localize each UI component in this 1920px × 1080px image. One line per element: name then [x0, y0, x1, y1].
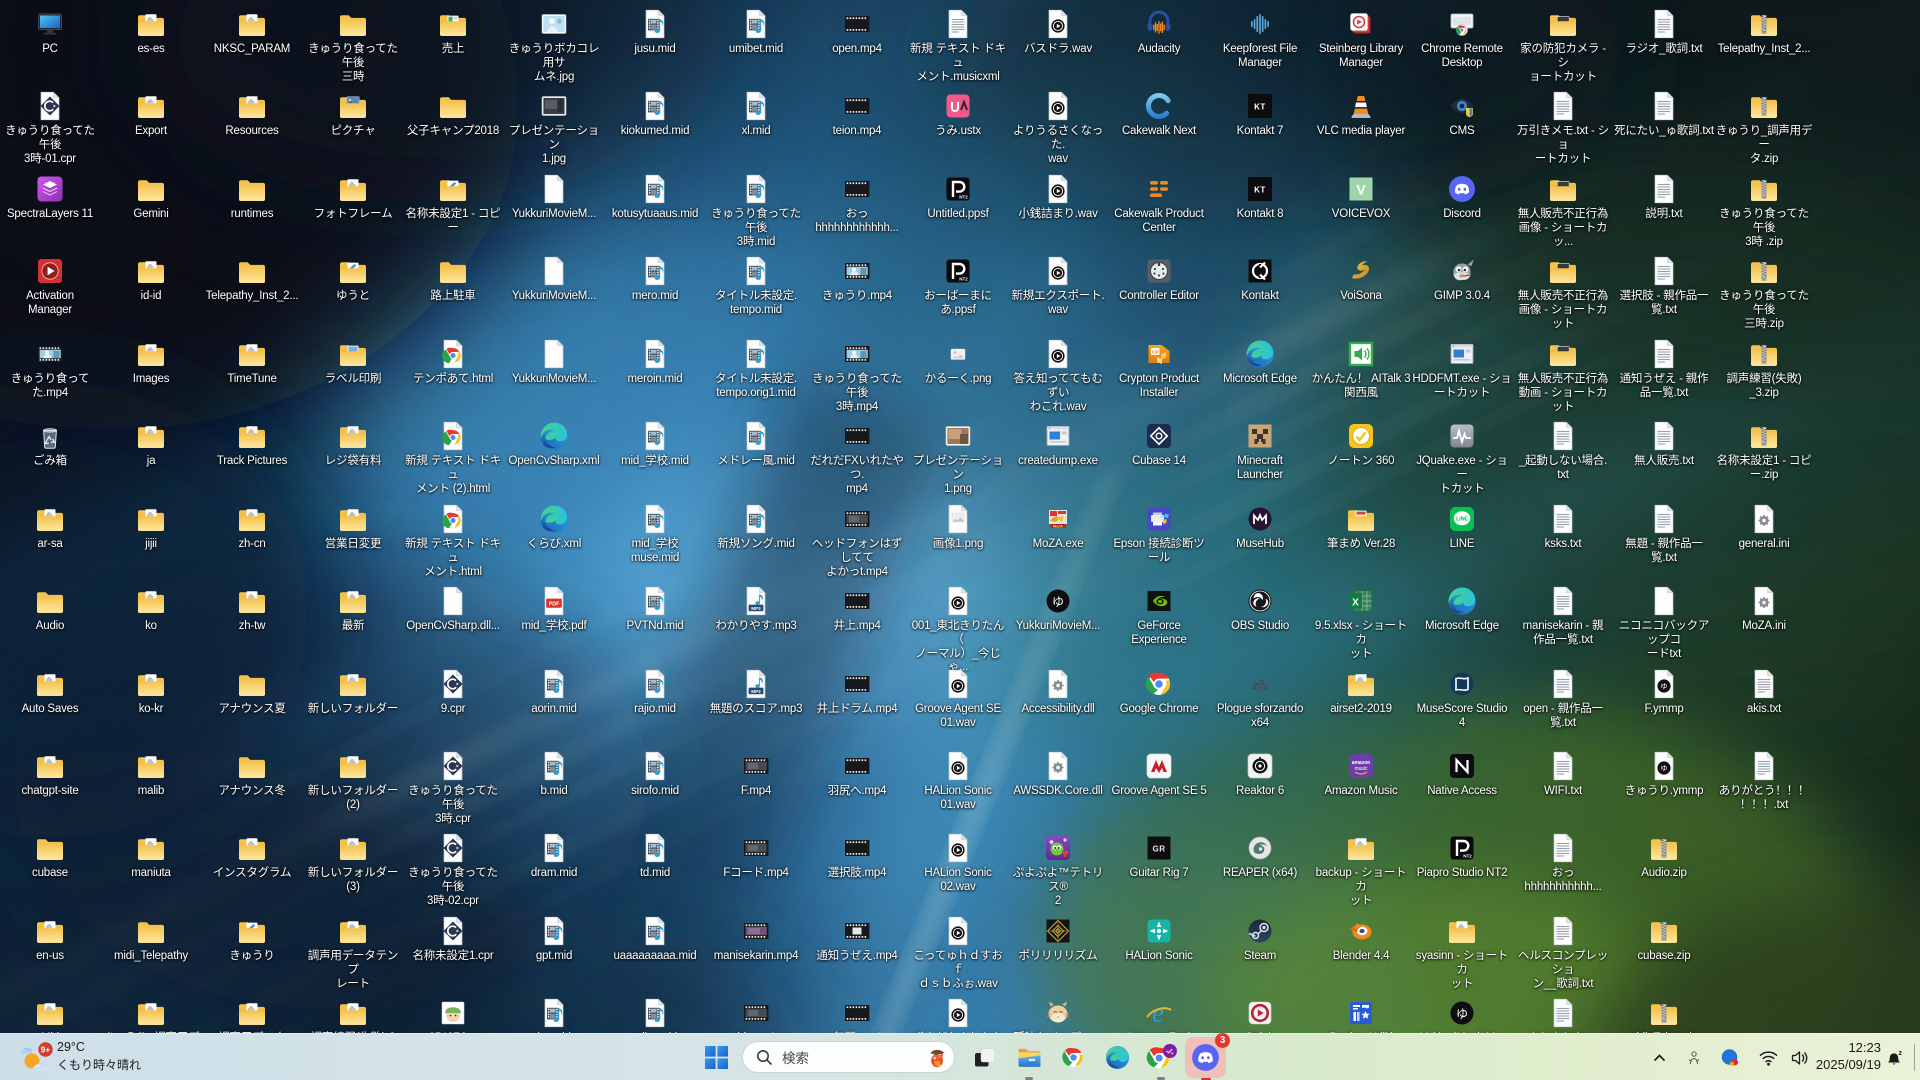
svg-text:NT2: NT2	[1463, 854, 1472, 859]
svg-text:MP3: MP3	[751, 689, 761, 694]
svg-text:KT: KT	[1254, 185, 1266, 194]
svg-text:V: V	[1356, 182, 1366, 198]
svg-text:MP3: MP3	[751, 606, 761, 611]
svg-text:KT: KT	[1254, 102, 1266, 111]
svg-text:LINE: LINE	[1456, 516, 1468, 522]
svg-text:ゆ: ゆ	[1052, 595, 1064, 609]
svg-text:z: z	[1899, 1050, 1903, 1057]
svg-text:CP: CP	[1152, 350, 1159, 356]
svg-text:MoZA: MoZA	[1053, 525, 1063, 529]
svg-text:X: X	[1352, 598, 1359, 609]
svg-text:ゆ: ゆ	[1661, 683, 1668, 691]
svg-text:NT2: NT2	[959, 195, 968, 200]
svg-text:ゆ: ゆ	[1661, 765, 1668, 773]
svg-text:e: e	[1152, 999, 1164, 1028]
svg-text:GR: GR	[1153, 845, 1166, 854]
svg-text:NT2: NT2	[959, 277, 968, 282]
svg-text:sfz: sfz	[1252, 677, 1268, 692]
svg-text:9+: 9+	[41, 1044, 51, 1054]
svg-text:ゆ: ゆ	[1456, 1007, 1468, 1021]
svg-text:music: music	[1354, 766, 1368, 772]
svg-text:PDF: PDF	[549, 602, 560, 608]
